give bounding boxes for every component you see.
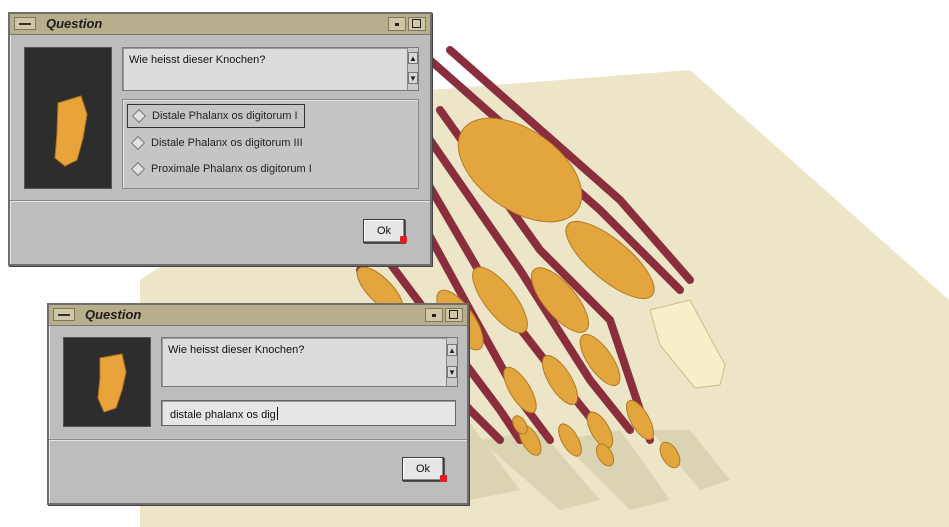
- question-text: Wie heisst dieser Knochen?: [129, 54, 266, 66]
- question-dialog-multiple-choice: Question Wie heisst dieser Knochen? ▲ ▼ …: [8, 12, 432, 266]
- radio-diamond-icon[interactable]: [130, 161, 146, 177]
- radio-diamond-icon[interactable]: [131, 108, 147, 124]
- scroll-down-arrow-icon[interactable]: ▼: [408, 72, 418, 84]
- dialog-title: Question: [46, 16, 103, 31]
- answer-option-2[interactable]: Distale Phalanx os digitorum III: [127, 132, 303, 154]
- text-caret: [276, 407, 278, 420]
- maximize-icon[interactable]: [445, 308, 463, 322]
- window-menu-icon[interactable]: [14, 17, 36, 30]
- answer-option-1[interactable]: Distale Phalanx os digitorum I: [127, 104, 305, 128]
- answer-option-label: Proximale Phalanx os digitorum I: [151, 163, 312, 175]
- scroll-up-arrow-icon[interactable]: ▲: [408, 52, 418, 64]
- scroll-up-arrow-icon[interactable]: ▲: [447, 344, 457, 356]
- question-text-box: Wie heisst dieser Knochen? ▲ ▼: [122, 47, 419, 91]
- answer-option-3[interactable]: Proximale Phalanx os digitorum I: [127, 158, 312, 180]
- question-scrollbar[interactable]: ▲ ▼: [407, 48, 418, 90]
- answer-options-group: Distale Phalanx os digitorum I Distale P…: [122, 99, 419, 189]
- answer-option-label: Distale Phalanx os digitorum III: [151, 137, 303, 149]
- minimize-icon[interactable]: [388, 17, 406, 31]
- minimize-icon[interactable]: [425, 308, 443, 322]
- window-menu-icon[interactable]: [53, 308, 75, 321]
- bone-image: [54, 95, 88, 167]
- mouse-cursor-icon: [440, 475, 447, 482]
- dialog-title: Question: [85, 307, 142, 322]
- dialog-titlebar[interactable]: Question: [10, 14, 430, 35]
- answer-input-value: distale phalanx os dig: [170, 409, 276, 421]
- question-text: Wie heisst dieser Knochen?: [168, 344, 305, 356]
- ok-button[interactable]: Ok: [363, 219, 405, 243]
- dialog-divider: [10, 200, 430, 202]
- ok-button[interactable]: Ok: [402, 457, 444, 481]
- bone-thumbnail: [24, 47, 112, 189]
- answer-input[interactable]: distale phalanx os dig: [161, 400, 456, 426]
- answer-option-label: Distale Phalanx os digitorum I: [152, 110, 298, 122]
- radio-diamond-icon[interactable]: [130, 135, 146, 151]
- dialog-titlebar[interactable]: Question: [49, 305, 467, 326]
- bone-image: [97, 353, 127, 413]
- dialog-divider: [49, 439, 467, 441]
- question-dialog-text-entry: Question Wie heisst dieser Knochen? ▲ ▼ …: [47, 303, 469, 505]
- maximize-icon[interactable]: [408, 17, 426, 31]
- mouse-cursor-icon: [400, 236, 407, 243]
- question-scrollbar[interactable]: ▲ ▼: [446, 338, 457, 386]
- question-text-box: Wie heisst dieser Knochen? ▲ ▼: [161, 337, 458, 387]
- scroll-down-arrow-icon[interactable]: ▼: [447, 366, 457, 378]
- bone-thumbnail: [63, 337, 151, 427]
